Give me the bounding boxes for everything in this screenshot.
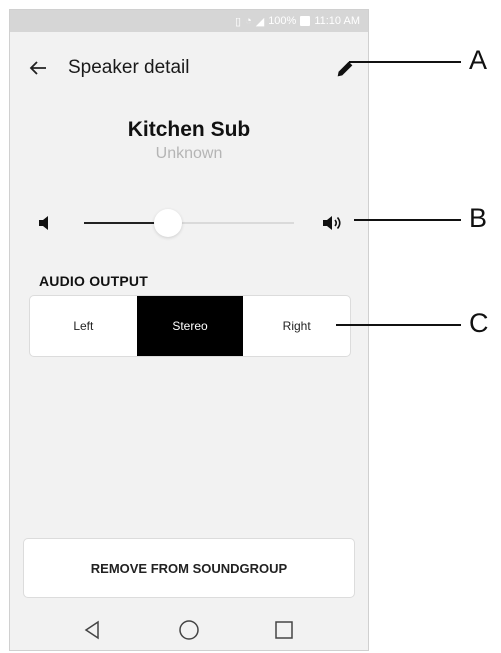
app-bar: Speaker detail	[10, 46, 368, 96]
page-title: Speaker detail	[68, 57, 190, 78]
circle-home-icon[interactable]	[177, 618, 201, 642]
phone-screen: ▯ ◔ ◢ 100% 11:10 AM Speaker detail Kitch…	[9, 9, 369, 651]
arrow-left-icon[interactable]	[26, 56, 50, 80]
volume-slider[interactable]	[84, 209, 294, 237]
battery-percent: 100%	[268, 15, 297, 27]
remove-from-soundgroup-button[interactable]: REMOVE FROM SOUNDGROUP	[23, 538, 355, 598]
segment-stereo[interactable]: Stereo	[136, 296, 244, 356]
callout-line-a	[349, 61, 461, 63]
volume-low-icon	[39, 216, 48, 230]
callout-label-b: B	[469, 203, 488, 233]
speaker-status: Unknown	[155, 145, 223, 162]
status-bar: ▯ ◔ ◢ 100% 11:10 AM	[10, 10, 368, 32]
volume-high-icon	[323, 216, 341, 230]
battery-icon	[300, 16, 311, 26]
system-nav-bar	[10, 608, 368, 650]
callout-label-a: A	[469, 45, 488, 75]
speaker-name: Kitchen Sub	[127, 118, 251, 141]
vibrate-icon: ▯	[235, 15, 242, 28]
segment-left[interactable]: Left	[30, 296, 137, 356]
square-recents-icon[interactable]	[272, 618, 296, 642]
audio-output-label: AUDIO OUTPUT	[39, 273, 148, 289]
callout-label-c: C	[469, 308, 489, 338]
status-time: 11:10 AM	[314, 15, 360, 27]
callout-line-b	[354, 219, 461, 221]
segment-right[interactable]: Right	[243, 296, 350, 356]
volume-control	[10, 206, 368, 240]
wifi-icon: ◔	[245, 15, 252, 27]
callout-line-c	[336, 324, 461, 326]
signal-icon: ◢	[255, 15, 265, 28]
triangle-back-icon[interactable]	[80, 618, 104, 642]
volume-slider-thumb[interactable]	[154, 209, 182, 237]
audio-output-selector: Left Stereo Right	[29, 295, 351, 357]
